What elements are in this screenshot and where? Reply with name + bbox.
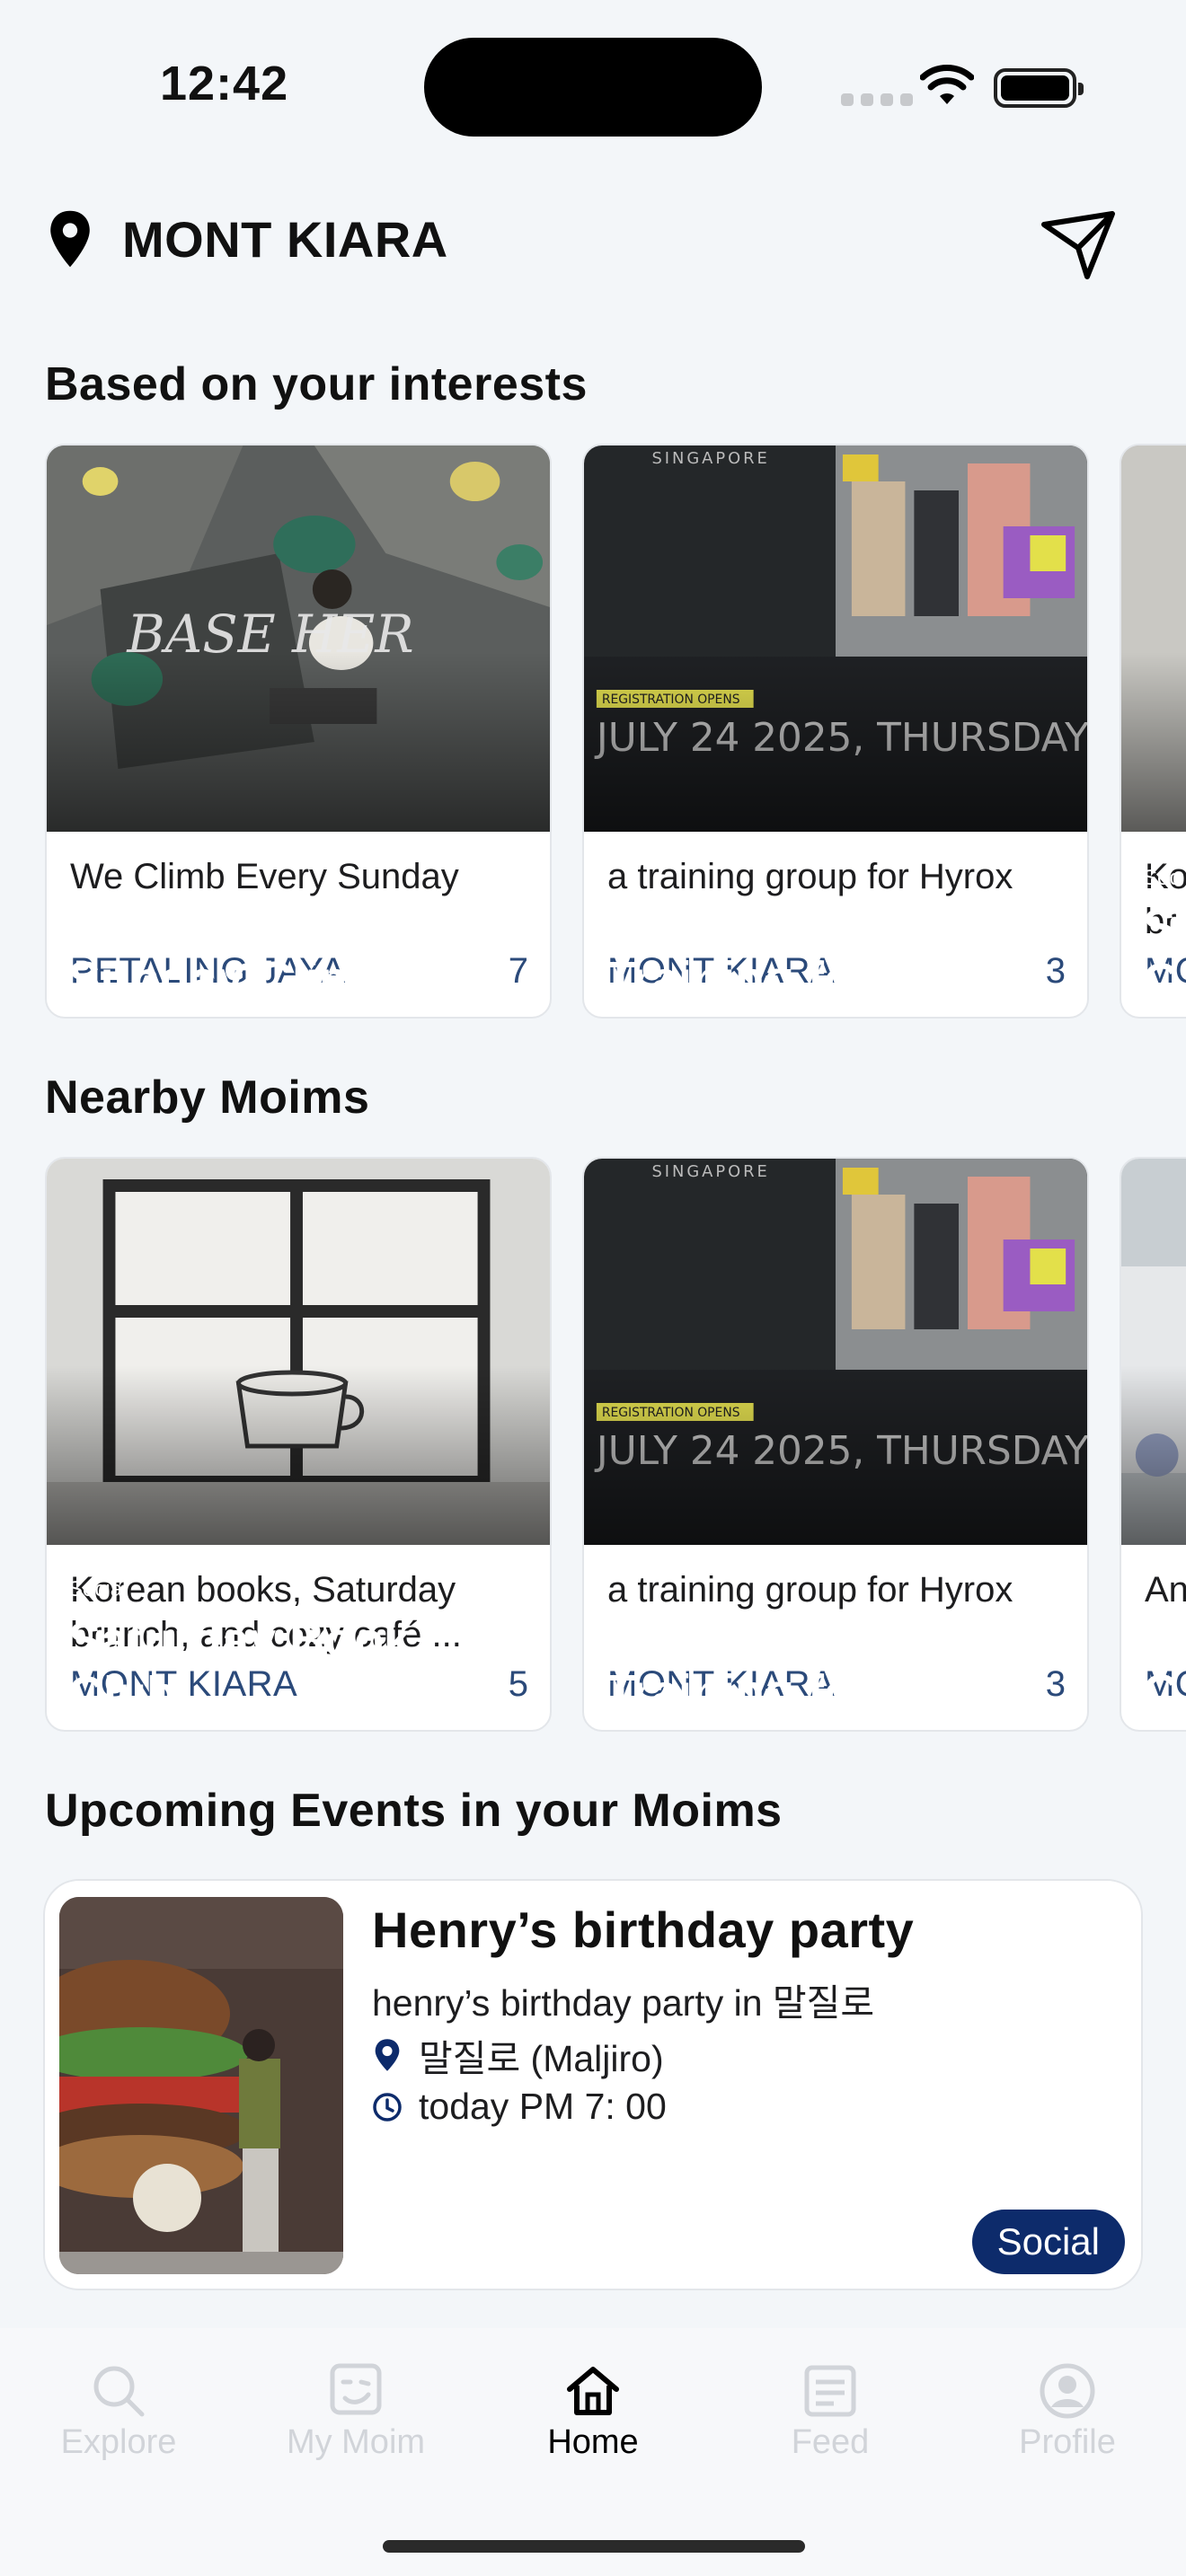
event-image — [59, 1897, 343, 2274]
event-title: Henry’s birthday party — [372, 1901, 915, 1958]
poster-date: JULY 24 2025, THURSDAY — [594, 715, 1087, 761]
card-image — [1121, 1159, 1186, 1545]
tab-my-moim[interactable]: My Moim — [266, 2346, 446, 2481]
tab-label: Home — [547, 2423, 639, 2461]
card-category: Exercise — [606, 1629, 689, 1654]
card-category: Exercise — [68, 916, 152, 940]
card-title: Sunday Climbing — [68, 952, 465, 1006]
search-icon — [93, 2366, 145, 2417]
home-indicator[interactable] — [383, 2540, 805, 2553]
event-card[interactable]: Henry’s birthday party henry’s birthday … — [43, 1879, 1143, 2290]
tab-profile[interactable]: Profile — [978, 2346, 1157, 2481]
section-title-nearby: Nearby Moims — [45, 1072, 370, 1124]
card-title: Training for Hyrox — [606, 1665, 1024, 1719]
location-selector[interactable]: MONT KIARA — [45, 208, 448, 269]
tab-label: Feed — [791, 2423, 870, 2461]
card-member-count: 5 — [508, 1664, 528, 1704]
tab-label: Profile — [1019, 2423, 1116, 2461]
card-category: Soc — [1143, 866, 1181, 890]
card-image: REGISTRATION OPENS SINGAPORE JULY 24 202… — [584, 446, 1087, 832]
moim-card[interactable]: BASE HER Exercise Sunday Climbing We Cli… — [45, 444, 552, 1019]
card-title: C — [1143, 1665, 1178, 1719]
card-title: Training for Hyrox — [606, 952, 1024, 1006]
poster-top: SINGAPORE — [651, 449, 769, 468]
card-image: BASE HER — [47, 446, 550, 832]
interests-carousel[interactable]: BASE HER Exercise Sunday Climbing We Cli… — [45, 444, 1186, 1019]
moim-card[interactable]: Soc C An MO — [1120, 1157, 1186, 1732]
poster-badge: REGISTRATION OPENS — [602, 693, 740, 707]
nearby-carousel[interactable]: Social Saturday Book Club Korean books, … — [45, 1157, 1186, 1732]
feed-icon — [804, 2365, 856, 2417]
card-image — [1121, 446, 1186, 832]
location-name: MONT KIARA — [122, 210, 448, 268]
dynamic-island — [424, 38, 762, 137]
card-image — [47, 1159, 550, 1545]
card-category: Exercise — [606, 916, 689, 940]
event-time-label: today PM 7: 00 — [419, 2086, 667, 2127]
card-category: Social — [68, 1577, 128, 1601]
map-pin-icon — [375, 2039, 400, 2071]
tab-label: My Moim — [286, 2423, 426, 2461]
tab-label: Explore — [60, 2423, 177, 2461]
map-pin-icon — [50, 210, 90, 268]
tab-home[interactable]: Home — [503, 2346, 683, 2481]
clock-icon — [373, 2092, 402, 2122]
event-place-label: 말질로 (Maljiro) — [419, 2038, 664, 2079]
card-image: REGISTRATION OPENS SINGAPORE JULY 24 202… — [584, 1159, 1087, 1545]
status-time: 12:42 — [160, 57, 289, 110]
svg-text:BASE HER: BASE HER — [126, 604, 413, 665]
wifi-icon — [920, 65, 974, 104]
event-time: today PM 7: 00 — [372, 2086, 667, 2128]
tab-explore[interactable]: Explore — [29, 2346, 208, 2481]
card-member-count: 3 — [1045, 951, 1066, 991]
tab-bar: Explore My Moim Home Feed Profile — [0, 2328, 1186, 2576]
category-tag: Social — [971, 2210, 1125, 2274]
card-title: Sa C — [1143, 900, 1186, 1008]
status-bar: 12:42 — [0, 0, 1186, 180]
home-icon — [567, 2367, 619, 2415]
profile-icon — [1040, 2363, 1095, 2419]
moim-card[interactable]: REGISTRATION OPENS SINGAPORE JULY 24 202… — [582, 444, 1089, 1019]
card-title: Saturday Book Club — [68, 1613, 412, 1721]
send-icon[interactable] — [1039, 208, 1118, 284]
card-category: Soc — [1143, 1629, 1181, 1654]
mymoim-icon — [330, 2363, 382, 2415]
event-description: henry’s birthday party in 말질로 — [372, 1982, 875, 2024]
battery-icon — [994, 68, 1084, 108]
poster-badge: REGISTRATION OPENS — [602, 1406, 740, 1420]
cellular-signal-icon — [841, 93, 913, 106]
tab-feed[interactable]: Feed — [740, 2346, 920, 2481]
card-member-count: 3 — [1045, 1664, 1066, 1704]
poster-date: JULY 24 2025, THURSDAY — [594, 1428, 1087, 1474]
moim-card[interactable]: Soc Sa C Ko br MO — [1120, 444, 1186, 1019]
card-member-count: 7 — [508, 951, 528, 991]
moim-card[interactable]: Social Saturday Book Club Korean books, … — [45, 1157, 552, 1732]
event-place: 말질로 (Maljiro) — [372, 2028, 664, 2082]
moim-card[interactable]: REGISTRATION OPENS SINGAPORE JULY 24 202… — [582, 1157, 1089, 1732]
poster-top: SINGAPORE — [651, 1162, 769, 1181]
section-title-interests: Based on your interests — [45, 358, 588, 410]
section-title-upcoming: Upcoming Events in your Moims — [45, 1785, 783, 1837]
